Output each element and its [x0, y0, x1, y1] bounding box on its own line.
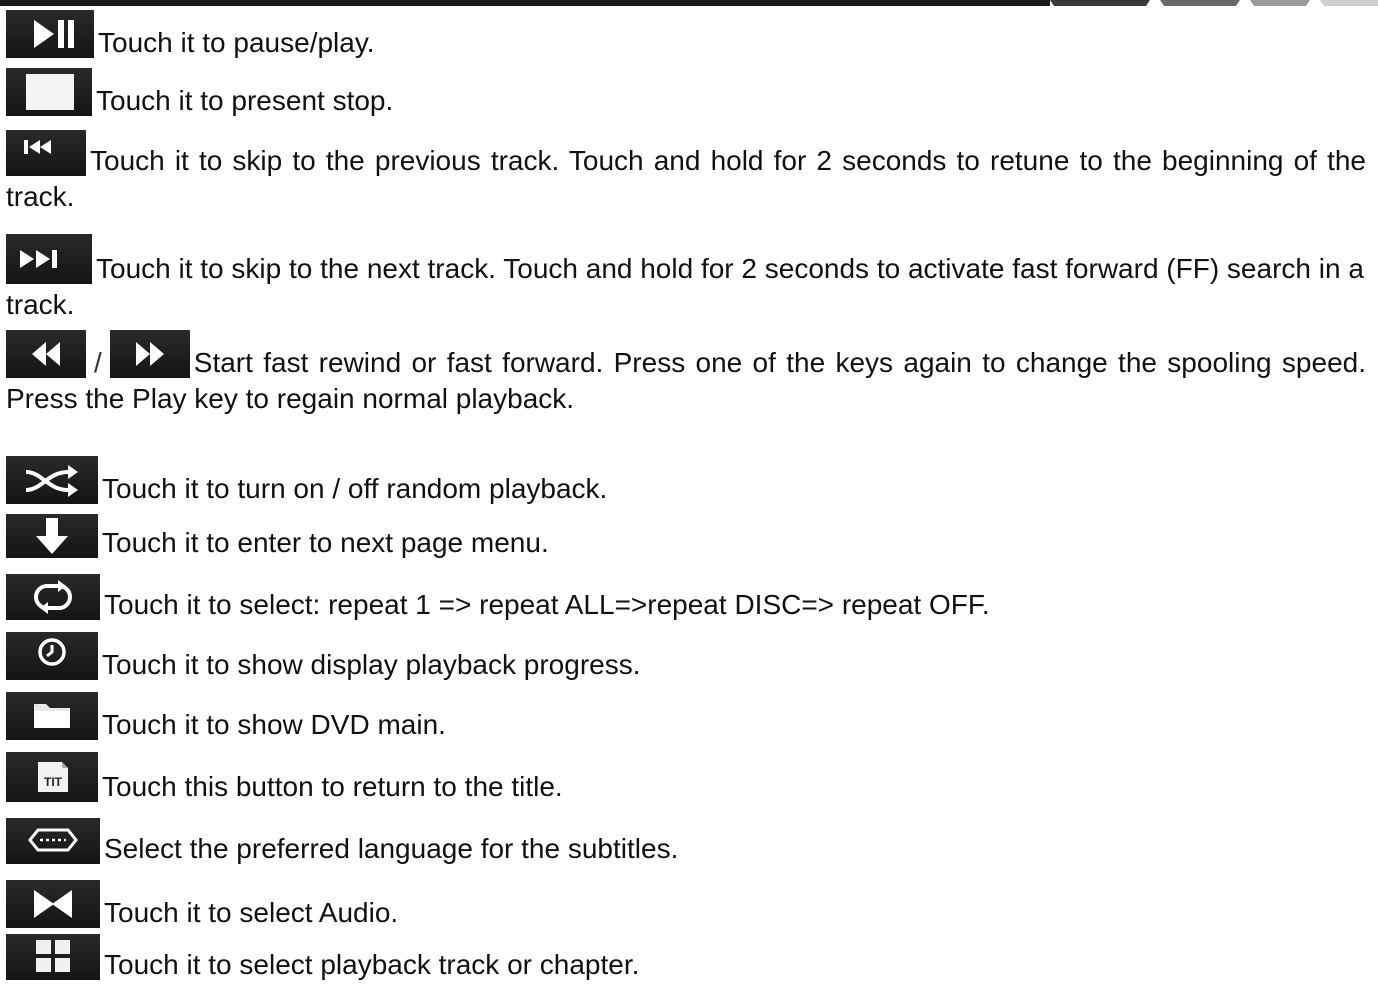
list-item-chapter: Touch it to select playback track or cha… [6, 934, 1366, 983]
rewind-icon [6, 330, 86, 378]
list-item-subtitle: Select the preferred language for the su… [6, 818, 1366, 867]
previous-track-icon [6, 130, 86, 176]
item-text: Touch it to show display playback progre… [102, 649, 641, 680]
list-item-dvd-main: Touch it to show DVD main. [6, 692, 1366, 743]
item-text: Touch it to select: repeat 1 => repeat A… [104, 589, 990, 620]
item-text: Touch it to select Audio. [104, 897, 399, 928]
shuffle-icon [6, 456, 98, 504]
repeat-icon [6, 574, 100, 620]
play-pause-icon [6, 10, 94, 58]
item-text: Touch it to pause/play. [98, 27, 375, 58]
item-text: Touch this button to return to the title… [102, 771, 563, 802]
item-text: Touch it to turn on / off random playbac… [102, 473, 608, 504]
list-item-shuffle: Touch it to turn on / off random playbac… [6, 456, 1366, 507]
item-text: Touch it to show DVD main. [102, 709, 446, 740]
list-item-audio: Touch it to select Audio. [6, 880, 1366, 931]
item-text: Start fast rewind or fast forward. Press… [6, 347, 1366, 414]
clock-icon [6, 632, 98, 680]
item-text: Touch it to select playback track or cha… [104, 949, 640, 980]
audio-icon [6, 880, 100, 928]
chapter-grid-icon [6, 934, 100, 980]
list-item-stop: Touch it to present stop. [6, 68, 1366, 119]
item-text: Select the preferred language for the su… [104, 833, 679, 864]
stop-icon [6, 68, 92, 116]
folder-icon [6, 692, 98, 740]
top-decorative-bar [0, 0, 1378, 6]
list-item-play-pause: Touch it to pause/play. [6, 10, 1366, 61]
title-icon-label: TIT [44, 775, 63, 789]
list-item-next-page: Touch it to enter to next page menu. [6, 514, 1366, 561]
item-text: Touch it to enter to next page menu. [102, 527, 549, 558]
list-item-previous-track: Touch it to skip to the previous track. … [6, 130, 1366, 215]
list-item-title: TIT Touch this button to return to the t… [6, 752, 1366, 805]
list-item-rewind-fast-forward: / Start fast rewind or fast forward. Pre… [6, 330, 1366, 417]
item-text: Touch it to skip to the previous track. … [6, 145, 1366, 212]
next-track-icon [6, 234, 92, 284]
icon-separator: / [94, 347, 102, 378]
fast-forward-icon [109, 330, 190, 378]
item-text: Touch it to skip to the next track. Touc… [6, 253, 1364, 320]
item-text: Touch it to present stop. [96, 85, 394, 116]
subtitle-icon [6, 818, 100, 864]
title-icon: TIT [6, 752, 98, 802]
list-item-repeat: Touch it to select: repeat 1 => repeat A… [6, 574, 1366, 623]
down-arrow-icon [6, 514, 98, 558]
list-item-progress: Touch it to show display playback progre… [6, 632, 1366, 683]
list-item-next-track: Touch it to skip to the next track. Touc… [6, 234, 1366, 323]
